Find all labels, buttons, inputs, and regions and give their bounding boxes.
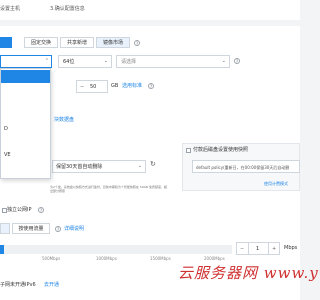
add-data-disk-link[interactable]: 块数据盘 <box>54 118 74 123</box>
step-current: 设置主机 <box>0 6 21 12</box>
billing-traffic-button[interactable]: 按使用流量 <box>12 223 50 234</box>
wizard-header <box>0 0 300 20</box>
os-option[interactable] <box>1 96 50 109</box>
os-select[interactable]: ⌃ <box>0 55 52 68</box>
tab-image-source-4[interactable]: 镜像市场 <box>96 37 130 48</box>
billing-fixed-button[interactable] <box>0 223 10 234</box>
os-option[interactable]: VE <box>1 148 50 161</box>
help-icon[interactable]: ? <box>134 40 140 46</box>
plus-button[interactable]: + <box>272 247 276 252</box>
os-option[interactable] <box>1 109 50 122</box>
snapshot-right-label: 付款后磁盘设置使用快照 <box>193 147 249 153</box>
bandwidth-tick-1500: 1500Mbps <box>150 256 171 261</box>
bandwidth-slider-track[interactable] <box>0 245 232 254</box>
bandwidth-tick-1000: 1000Mbps <box>96 256 117 261</box>
step-next: 3.确认配置信息 <box>50 6 85 12</box>
disk-spec-link[interactable]: 选用标准 <box>122 84 142 89</box>
snapshot-note: 为2个盘，系统盘以快照方式进行备份，目前中期和为个智能快照在 50GB 免费额度… <box>50 185 168 193</box>
os-option[interactable] <box>1 161 50 174</box>
refresh-icon[interactable]: ↻ <box>150 161 156 168</box>
snapshot-policy-select[interactable]: 保留30天首自动删除 ⌄ <box>52 160 146 173</box>
public-ip-label: 独立公网IP <box>7 207 32 213</box>
minus-button[interactable]: − <box>240 247 244 252</box>
bandwidth-tick-500: 500Mbps <box>42 256 61 261</box>
bandwidth-unit: Mbps <box>284 245 298 251</box>
stepper-divider <box>268 243 269 254</box>
os-option[interactable] <box>1 83 50 96</box>
help-icon[interactable]: ? <box>234 58 240 64</box>
snapshot-right-select[interactable]: default policy(重新日，在00:00保留30天后自动删 <box>192 160 300 173</box>
chevron-down-icon: ⌄ <box>103 58 108 64</box>
chevron-down-icon: ⌄ <box>221 58 226 64</box>
os-option[interactable] <box>1 135 50 148</box>
public-ip-detail-link[interactable]: 详细说明 <box>64 227 84 232</box>
bandwidth-value: 1 <box>256 246 260 252</box>
chevron-down-icon: ⌄ <box>137 163 142 169</box>
snapshot-policy-value: 保留30天首自动删除 <box>56 164 103 170</box>
help-icon[interactable]: ? <box>148 83 154 89</box>
ipv6-text: 子网未开通IPv6 <box>0 282 36 288</box>
help-icon[interactable]: ? <box>38 207 44 213</box>
ipv6-enable-link[interactable]: 去开通 <box>44 283 59 288</box>
tab-image-source-selected[interactable] <box>0 37 12 48</box>
tab-image-source-3[interactable]: 共享新增 <box>60 37 94 48</box>
os-dropdown-menu: D VE <box>0 68 51 179</box>
chevron-up-icon: ⌃ <box>44 58 49 64</box>
arch-value: 64位 <box>63 59 75 65</box>
watermark: 云服务器网 www.yu <box>178 264 320 282</box>
os-option[interactable]: D <box>1 122 50 135</box>
tab-image-source-2[interactable]: 固定交换 <box>24 37 58 48</box>
image-select[interactable]: 请选择 ⌄ <box>116 55 230 68</box>
arch-select[interactable]: 64位 ⌄ <box>58 55 112 68</box>
stepper-divider <box>248 243 249 254</box>
bandwidth-slider-fill <box>0 245 4 254</box>
disk-size-value: 50 <box>90 84 97 90</box>
image-placeholder: 请选择 <box>121 59 137 65</box>
disk-size-stepper[interactable]: − 50 <box>76 80 108 93</box>
bandwidth-tick-2000: 2000Mbps <box>204 256 225 261</box>
disk-size-unit: GB <box>111 83 119 89</box>
help-icon[interactable]: ? <box>55 226 61 232</box>
minus-button[interactable]: − <box>80 85 84 90</box>
bandwidth-stepper[interactable]: − 1 + <box>236 242 280 255</box>
snapshot-checkbox[interactable] <box>186 148 191 153</box>
snapshot-right-value: default policy(重新日，在00:00保留30天后自动删 <box>196 165 290 170</box>
billing-mode-link[interactable]: 使用计费模式 <box>264 182 288 186</box>
os-option[interactable] <box>1 70 50 83</box>
